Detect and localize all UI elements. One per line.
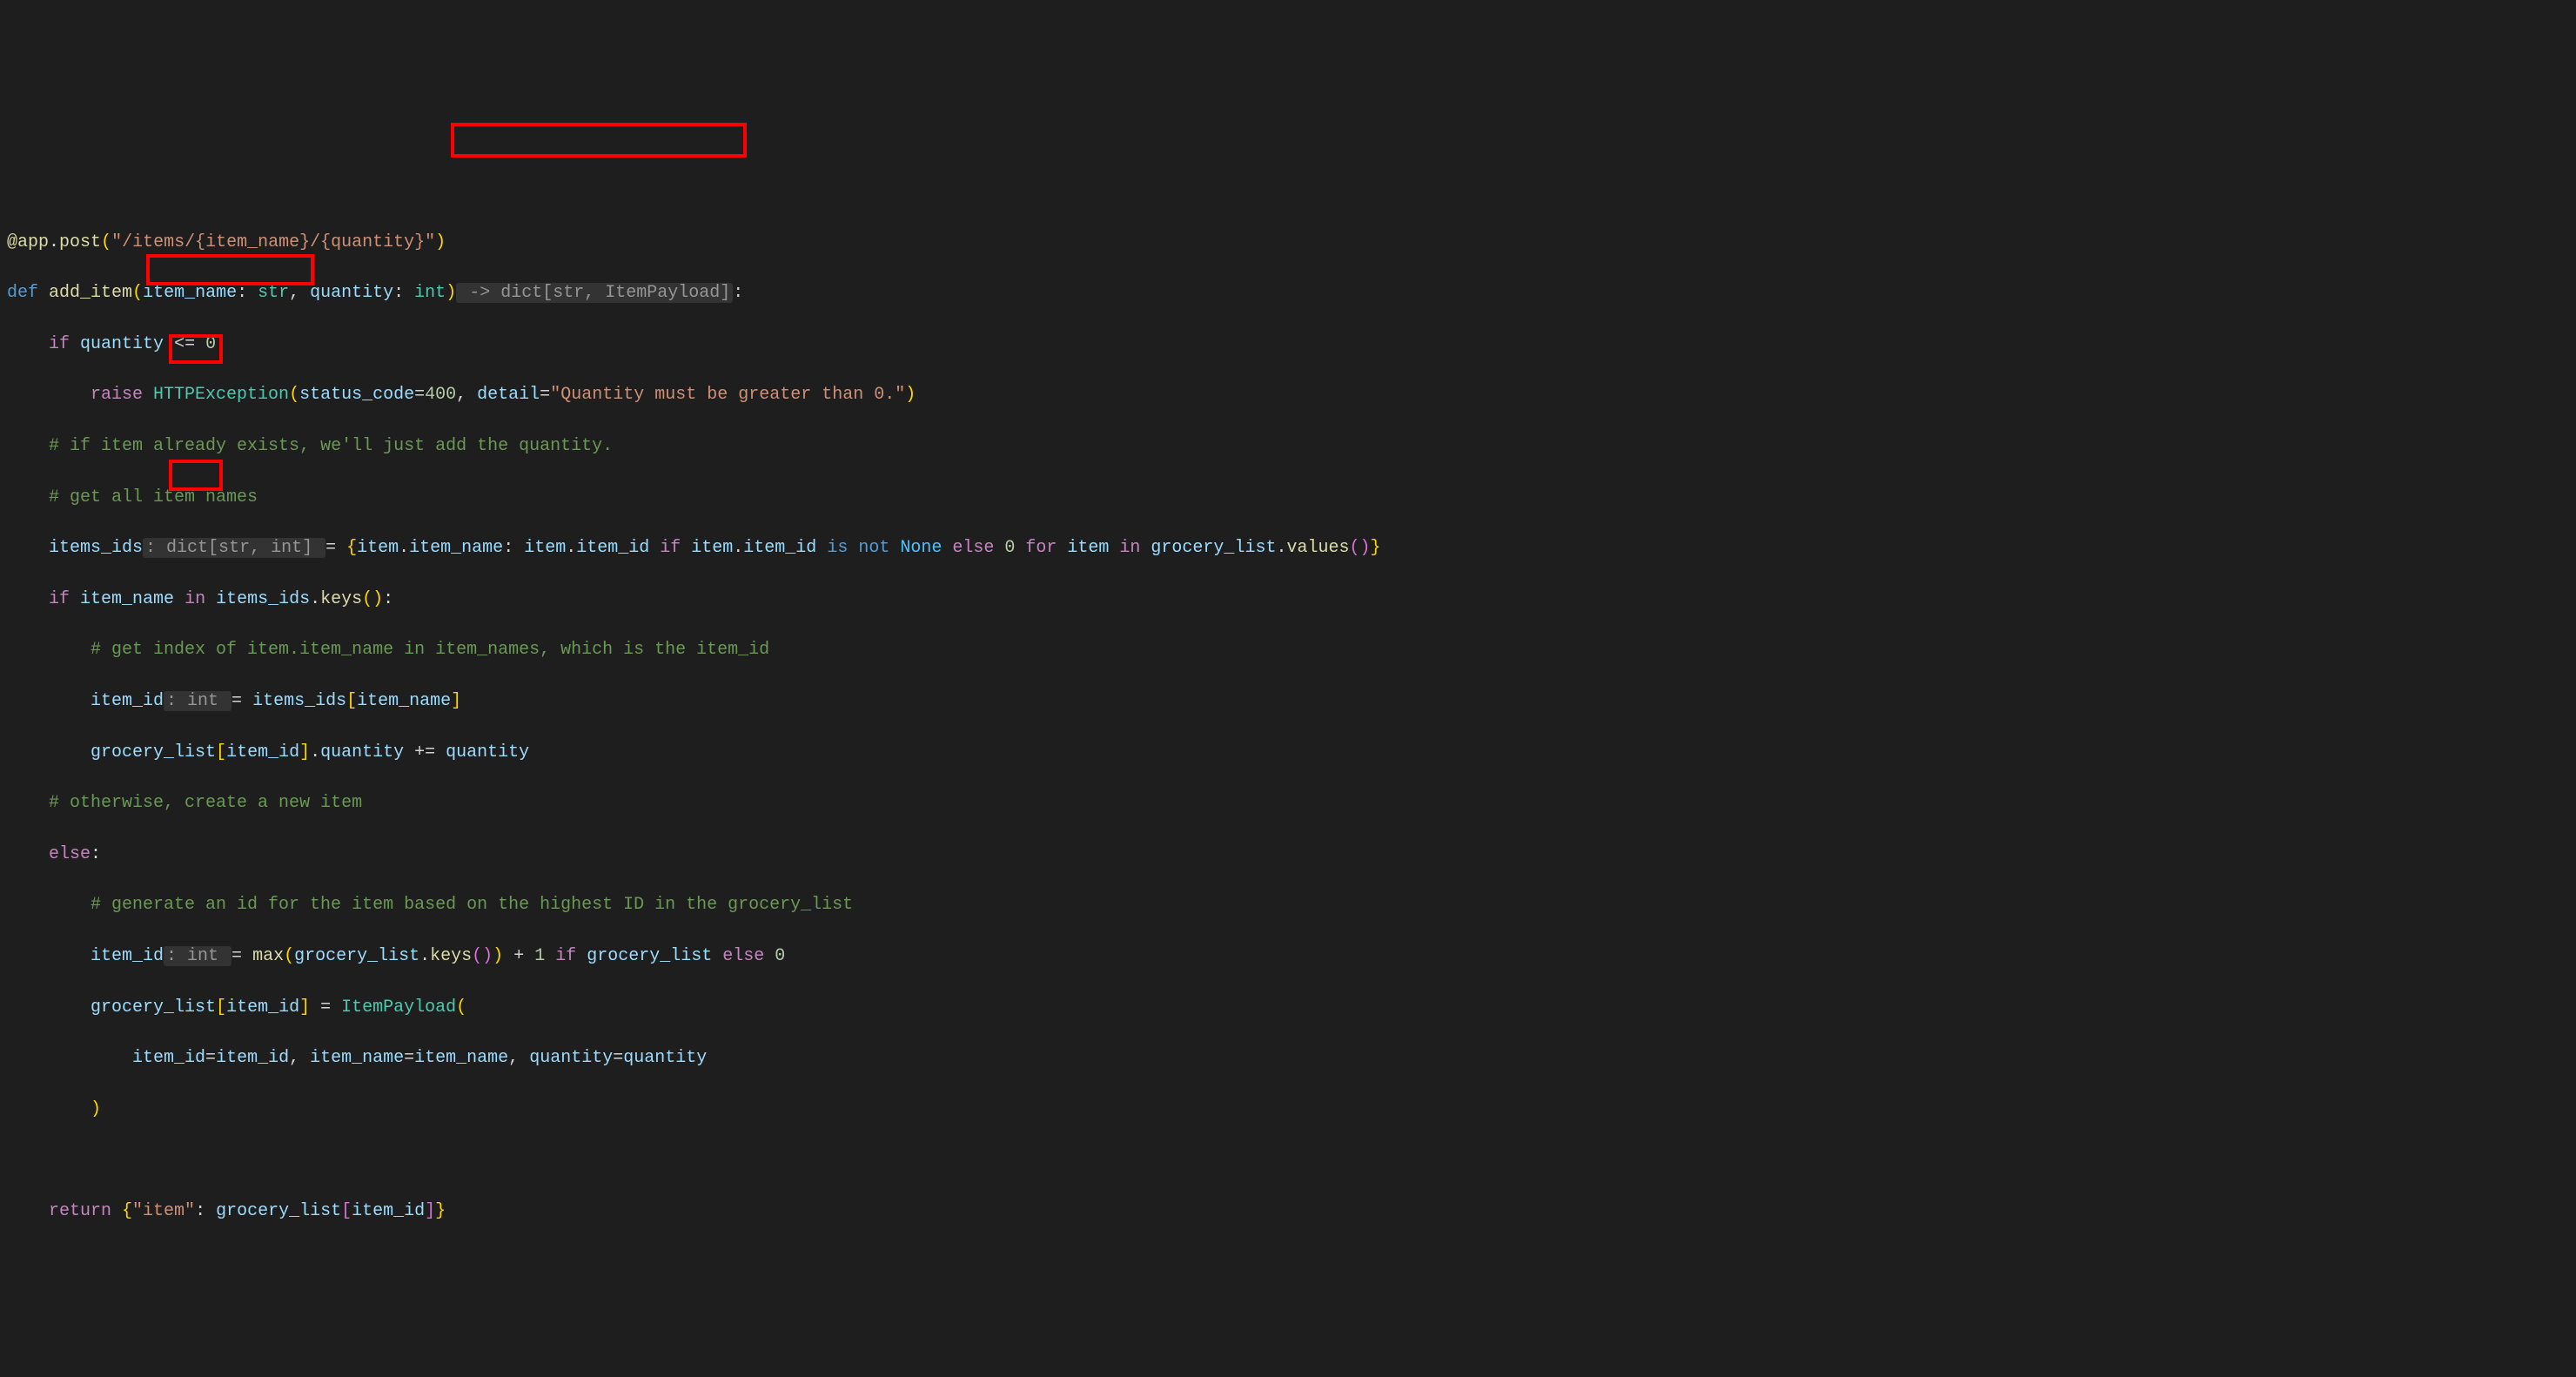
code-line-12[interactable]: # otherwise, create a new item: [7, 790, 2569, 816]
decorator: @app: [7, 232, 49, 252]
code-line-5[interactable]: # if item already exists, we'll just add…: [7, 433, 2569, 459]
code-line-7[interactable]: items_ids: dict[str, int] = {item.item_n…: [7, 535, 2569, 561]
code-line-16[interactable]: grocery_list[item_id] = ItemPayload(: [7, 995, 2569, 1020]
code-line-18[interactable]: ): [7, 1097, 2569, 1122]
code-line-8[interactable]: if item_name in items_ids.keys():: [7, 587, 2569, 612]
inlay-hint-return-type: -> dict[str, ItemPayload]: [456, 283, 733, 303]
code-line-9[interactable]: # get index of item.item_name in item_na…: [7, 637, 2569, 662]
code-line-17[interactable]: item_id=item_id, item_name=item_name, qu…: [7, 1045, 2569, 1071]
code-line-14[interactable]: # generate an id for the item based on t…: [7, 892, 2569, 917]
code-line-15[interactable]: item_id: int = max(grocery_list.keys()) …: [7, 944, 2569, 969]
code-line-19[interactable]: [7, 1147, 2569, 1172]
code-line-4[interactable]: raise HTTPException(status_code=400, det…: [7, 382, 2569, 407]
inlay-hint-items-ids-type: : dict[str, int]: [143, 538, 325, 558]
highlight-box-1: [451, 123, 747, 158]
inlay-hint-item-id-type-1: : int: [164, 691, 231, 711]
code-line-20[interactable]: return {"item": grocery_list[item_id]}: [7, 1199, 2569, 1224]
inlay-hint-item-id-type-2: : int: [164, 946, 231, 966]
code-line-11[interactable]: grocery_list[item_id].quantity += quanti…: [7, 740, 2569, 765]
code-line-13[interactable]: else:: [7, 842, 2569, 867]
code-line-6[interactable]: # get all item names: [7, 485, 2569, 510]
code-editor[interactable]: @app.post("/items/{item_name}/{quantity}…: [0, 102, 2576, 1249]
code-line-2[interactable]: def add_item(item_name: str, quantity: i…: [7, 280, 2569, 306]
def-keyword: def: [7, 283, 38, 303]
code-line-1[interactable]: @app.post("/items/{item_name}/{quantity}…: [7, 230, 2569, 255]
code-line-10[interactable]: item_id: int = items_ids[item_name]: [7, 688, 2569, 714]
code-line-3[interactable]: if quantity <= 0:: [7, 332, 2569, 357]
